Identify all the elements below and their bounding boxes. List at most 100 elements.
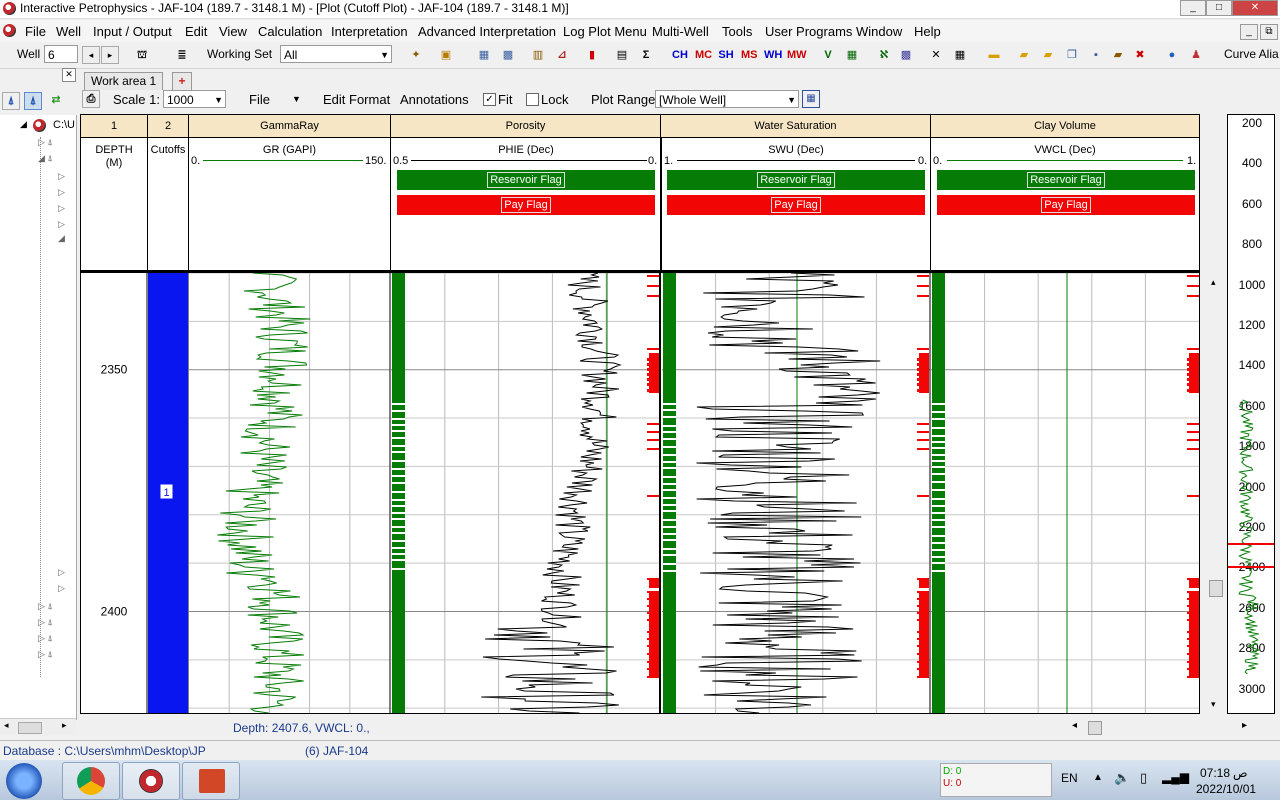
mdi-restore-button[interactable]: ⧉ bbox=[1260, 24, 1278, 40]
table-icon[interactable]: ▤ bbox=[614, 47, 630, 63]
tree-close-icon[interactable]: ✕ bbox=[62, 68, 76, 82]
vwcl-pay-flag[interactable]: Pay Flag bbox=[937, 195, 1195, 215]
shortcut-mw[interactable]: MW bbox=[787, 47, 807, 63]
menu-log-plot[interactable]: Log Plot Menu bbox=[563, 24, 647, 39]
delete-icon[interactable]: ✖ bbox=[1132, 47, 1148, 63]
menu-user-programs[interactable]: User Programs bbox=[765, 24, 852, 39]
tree-node-10[interactable]: ▷ ⍋ bbox=[38, 601, 53, 612]
clock-time[interactable]: 07:18 bbox=[1200, 766, 1230, 780]
scatter-icon[interactable]: ⊿ bbox=[554, 47, 570, 63]
print-icon[interactable]: ⎙ bbox=[82, 90, 100, 108]
histogram-icon[interactable]: ▥ bbox=[530, 47, 546, 63]
menu-window[interactable]: Window bbox=[856, 24, 902, 39]
tree-node-12[interactable]: ▷ ⍋ bbox=[38, 633, 53, 644]
folder-tool-icon[interactable]: ▣ bbox=[438, 47, 454, 63]
file-menu-button[interactable]: File bbox=[249, 92, 270, 107]
tree-node-5[interactable]: ▷ bbox=[58, 203, 65, 214]
taskbar-chrome[interactable] bbox=[62, 762, 120, 800]
rig-icon[interactable]: ⛫ bbox=[134, 47, 150, 63]
scale-selector[interactable]: 1000 ▼ bbox=[163, 90, 226, 108]
tree-root-label[interactable]: C:\U bbox=[53, 119, 75, 131]
list-icon[interactable]: ≣ bbox=[174, 47, 190, 63]
menu-file[interactable]: File bbox=[25, 24, 46, 39]
workflow-icon[interactable]: ℵ bbox=[876, 47, 892, 63]
depth-overview[interactable]: 200 400 600 800 1000 1200 1400 1600 1800 2000 2200… bbox=[1227, 114, 1275, 714]
tree-node-2[interactable]: ◢ ⍋ bbox=[38, 153, 53, 164]
plot-vscroll-thumb[interactable] bbox=[1209, 580, 1223, 597]
shortcut-mc[interactable]: MC bbox=[695, 47, 712, 63]
network-icon[interactable]: ▂▄▆ bbox=[1162, 770, 1189, 784]
language-indicator[interactable]: EN bbox=[1061, 771, 1078, 785]
tree-node-4[interactable]: ▷ bbox=[58, 187, 65, 198]
well-selector[interactable]: 6 bbox=[44, 45, 78, 63]
log-tracks[interactable]: 2350 2400 1 bbox=[81, 273, 1199, 713]
start-button[interactable] bbox=[6, 763, 42, 799]
annotations-button[interactable]: Annotations bbox=[400, 92, 469, 107]
menu-calculation[interactable]: Calculation bbox=[258, 24, 322, 39]
log-plot[interactable]: 1 2 GammaRay Porosity Water Saturation C… bbox=[80, 114, 1200, 714]
hscroll-left-icon[interactable]: ◂ bbox=[1072, 720, 1077, 731]
scroll-up-icon[interactable]: ▴ bbox=[1211, 277, 1216, 288]
shortcut-ch[interactable]: CH bbox=[672, 47, 688, 63]
mdi-app-icon[interactable] bbox=[3, 24, 16, 37]
import-icon[interactable]: ▰ bbox=[1110, 47, 1126, 63]
swu-pay-flag[interactable]: Pay Flag bbox=[667, 195, 925, 215]
scroll-left-icon[interactable]: ◂ bbox=[4, 720, 9, 731]
tree-scroll-thumb[interactable] bbox=[18, 722, 42, 734]
taskbar-powerpoint[interactable] bbox=[182, 762, 240, 800]
tree-node-13[interactable]: ▷ ⍋ bbox=[38, 649, 53, 660]
phie-pay-flag[interactable]: Pay Flag bbox=[397, 195, 655, 215]
edit-format-button[interactable]: Edit Format bbox=[323, 92, 390, 107]
hscroll-right-icon[interactable]: ▸ bbox=[1242, 720, 1247, 731]
mdi-minimize-button[interactable]: _ bbox=[1240, 24, 1258, 40]
fit-checkbox[interactable]: ✓ bbox=[483, 93, 496, 106]
working-set-selector[interactable]: All ▼ bbox=[280, 45, 392, 63]
vwcl-reservoir-flag[interactable]: Reservoir Flag bbox=[937, 170, 1195, 190]
shortcut-sh[interactable]: SH bbox=[718, 47, 734, 63]
copy-icon[interactable]: ❐ bbox=[1064, 47, 1080, 63]
menu-advanced-interpretation[interactable]: Advanced Interpretation bbox=[418, 24, 556, 39]
tree-expand-icon[interactable]: ◢ bbox=[20, 119, 27, 130]
tree-refresh-icon[interactable]: ⇄ bbox=[48, 92, 64, 108]
track-2-title[interactable]: 2 bbox=[148, 115, 189, 138]
tree-node-9[interactable]: ▷ bbox=[58, 583, 65, 594]
menu-tools[interactable]: Tools bbox=[722, 24, 752, 39]
volume-icon[interactable]: 🔈 bbox=[1114, 770, 1130, 786]
grid-icon[interactable]: ▦ bbox=[476, 47, 492, 63]
track-6-title[interactable]: Clay Volume bbox=[931, 115, 1199, 138]
swu-reservoir-flag[interactable]: Reservoir Flag bbox=[667, 170, 925, 190]
tree-node-1[interactable]: ▷ ⍋ bbox=[38, 137, 53, 148]
export-icon[interactable]: ▰ bbox=[1040, 47, 1056, 63]
shortcut-ms[interactable]: MS bbox=[741, 47, 758, 63]
tree-node-3[interactable]: ▷ bbox=[58, 171, 65, 182]
crossplot-icon[interactable]: ▩ bbox=[500, 47, 516, 63]
menu-interpretation[interactable]: Interpretation bbox=[331, 24, 408, 39]
lock-checkbox[interactable] bbox=[526, 93, 539, 106]
prev-well-button[interactable]: ◂ bbox=[82, 46, 100, 64]
track-5-title[interactable]: Water Saturation bbox=[661, 115, 931, 138]
battery-icon[interactable]: ▯ bbox=[1140, 770, 1147, 786]
tool-icon[interactable]: ✦ bbox=[408, 47, 424, 63]
tree-well-active-icon[interactable]: ⍋ bbox=[24, 92, 42, 110]
tree-node-7[interactable]: ◢ bbox=[58, 233, 65, 244]
sum-icon[interactable]: Σ bbox=[638, 47, 654, 63]
plot-range-selector[interactable]: [Whole Well] ▼ bbox=[655, 90, 799, 108]
new-folder-icon[interactable]: ▬ bbox=[986, 47, 1002, 63]
track-1-title[interactable]: 1 bbox=[81, 115, 148, 138]
curve-alias-button[interactable]: Curve Alia bbox=[1224, 47, 1279, 61]
scroll-right-icon[interactable]: ▸ bbox=[62, 720, 67, 731]
log-plot-icon[interactable]: ▮ bbox=[584, 47, 600, 63]
menu-edit[interactable]: Edit bbox=[185, 24, 207, 39]
menu-help[interactable]: Help bbox=[914, 24, 941, 39]
globe-icon[interactable]: ● bbox=[1164, 47, 1180, 63]
phie-reservoir-flag[interactable]: Reservoir Flag bbox=[397, 170, 655, 190]
plot-vscrollbar[interactable]: ▴ ▾ bbox=[1208, 275, 1224, 710]
track-4-title[interactable]: Porosity bbox=[391, 115, 661, 138]
shortcut-wh[interactable]: WH bbox=[764, 47, 782, 63]
save-icon[interactable]: ▪ bbox=[1088, 47, 1104, 63]
taskbar-ip[interactable] bbox=[122, 762, 180, 800]
menu-well[interactable]: Well bbox=[56, 24, 81, 39]
table2-icon[interactable]: ▦ bbox=[952, 47, 968, 63]
maximize-button[interactable]: □ bbox=[1206, 0, 1232, 16]
tree-node-8[interactable]: ▷ bbox=[58, 567, 65, 578]
